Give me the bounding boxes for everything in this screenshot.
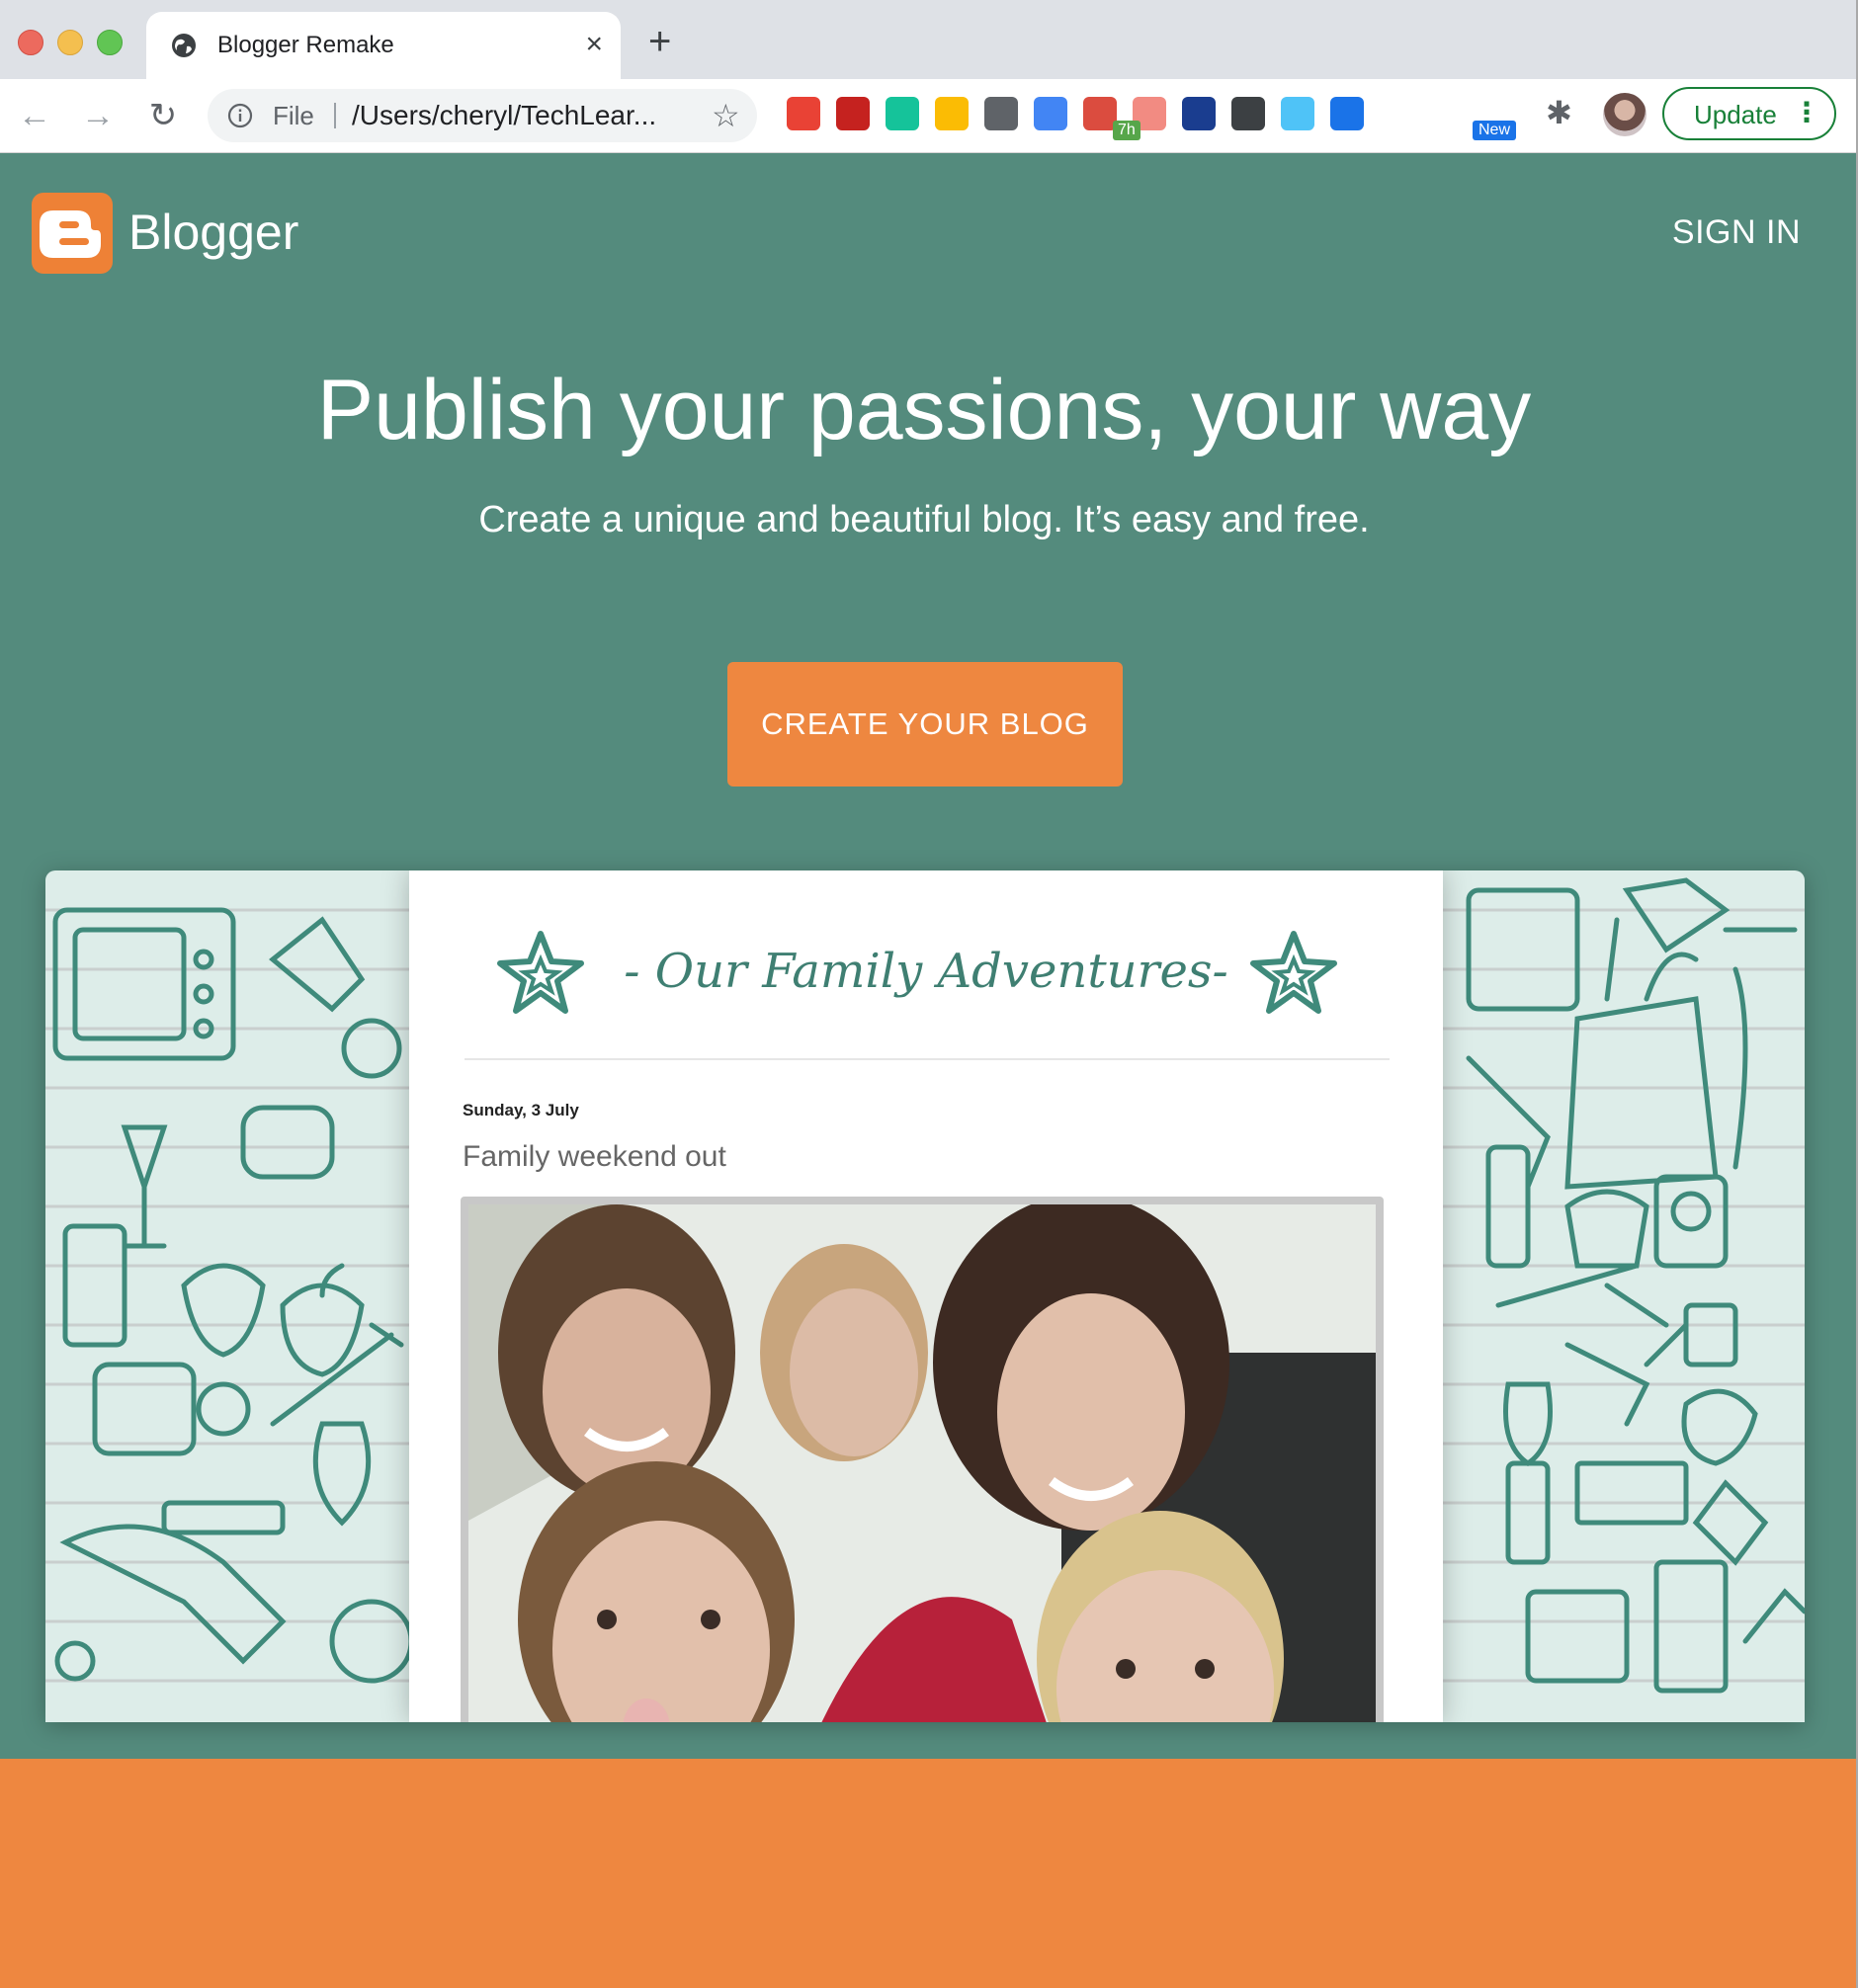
forward-arrow-icon[interactable]: → — [79, 97, 117, 134]
blogger-b-icon — [40, 210, 101, 258]
browser-tab[interactable]: Blogger Remake × — [146, 12, 621, 79]
address-separator — [334, 103, 336, 128]
scheme-label: File — [273, 101, 314, 130]
back-arrow-icon[interactable]: ← — [16, 97, 53, 134]
update-label: Update — [1694, 100, 1777, 129]
post-date: Sunday, 3 July — [463, 1101, 579, 1119]
family-photo-illustration — [468, 1204, 1376, 1722]
record-extension-icon[interactable] — [1231, 97, 1265, 130]
grammarly-extension-icon[interactable] — [886, 97, 919, 130]
new-tab-button[interactable]: + — [648, 22, 671, 61]
globe-icon — [172, 34, 196, 57]
url-text[interactable]: /Users/cheryl/TechLear... — [352, 100, 656, 131]
photo-content — [468, 1204, 1376, 1722]
more-menu-icon[interactable]: ⋮ — [1793, 97, 1820, 128]
create-blog-label: CREATE YOUR BLOG — [761, 706, 1089, 741]
update-button[interactable]: Update ⋮ — [1662, 87, 1836, 140]
browser-toolbar: ← → ↻ File /Users/cheryl/TechLear... ☆ 7… — [0, 79, 1858, 153]
brand-name[interactable]: Blogger — [128, 203, 298, 262]
sign-in-link[interactable]: SIGN IN — [1672, 212, 1801, 252]
address-bar[interactable]: File /Users/cheryl/TechLear... ☆ — [208, 89, 757, 142]
owl-extension-icon[interactable] — [1281, 97, 1314, 130]
browser-tab-bar: Blogger Remake × + — [0, 0, 1858, 79]
window-minimize-button[interactable] — [57, 30, 83, 55]
hero-subheadline: Create a unique and beautiful blog. It’s… — [478, 499, 1370, 540]
ghost-extension-icon[interactable] — [984, 97, 1018, 130]
extension-badge: New — [1473, 121, 1517, 140]
book-extension-icon[interactable] — [836, 97, 870, 130]
blog-title: - Our Family Adventures- — [624, 944, 1228, 999]
blog-preview-image: - Our Family Adventures- Sunday, 3 July … — [45, 870, 1805, 1722]
blogger-logo-icon[interactable] — [32, 193, 113, 274]
calendar-extension-icon[interactable] — [1034, 97, 1067, 130]
post-title: Family weekend out — [463, 1140, 726, 1173]
extensions-puzzle-icon[interactable]: ✱ — [1546, 93, 1572, 132]
reload-icon[interactable]: ↻ — [144, 97, 182, 134]
todoist-extension-icon[interactable] — [1083, 97, 1117, 130]
info-icon[interactable] — [227, 103, 253, 128]
footer-band — [0, 1759, 1858, 1988]
eyes-extension-icon[interactable] — [787, 97, 820, 130]
divider — [464, 1058, 1390, 1060]
profile-avatar[interactable] — [1603, 93, 1647, 136]
tab-close-icon[interactable]: × — [585, 28, 603, 61]
funnel-extension-icon[interactable] — [1182, 97, 1216, 130]
extension-badge: 7h — [1113, 121, 1140, 140]
tab-title: Blogger Remake — [217, 32, 394, 58]
blogger-landing-page: Blogger SIGN IN Publish your passions, y… — [0, 153, 1858, 1988]
window-maximize-button[interactable] — [97, 30, 123, 55]
blog-post-card: - Our Family Adventures- Sunday, 3 July … — [409, 870, 1443, 1722]
window-close-button[interactable] — [18, 30, 43, 55]
family-photo — [461, 1197, 1384, 1722]
new-extension-icon[interactable] — [1330, 97, 1364, 130]
bookmark-star-icon[interactable]: ☆ — [712, 99, 740, 132]
create-blog-button[interactable]: CREATE YOUR BLOG — [727, 662, 1123, 787]
colorful-extension-icon[interactable] — [935, 97, 969, 130]
hero-headline: Publish your passions, your way — [316, 363, 1532, 457]
